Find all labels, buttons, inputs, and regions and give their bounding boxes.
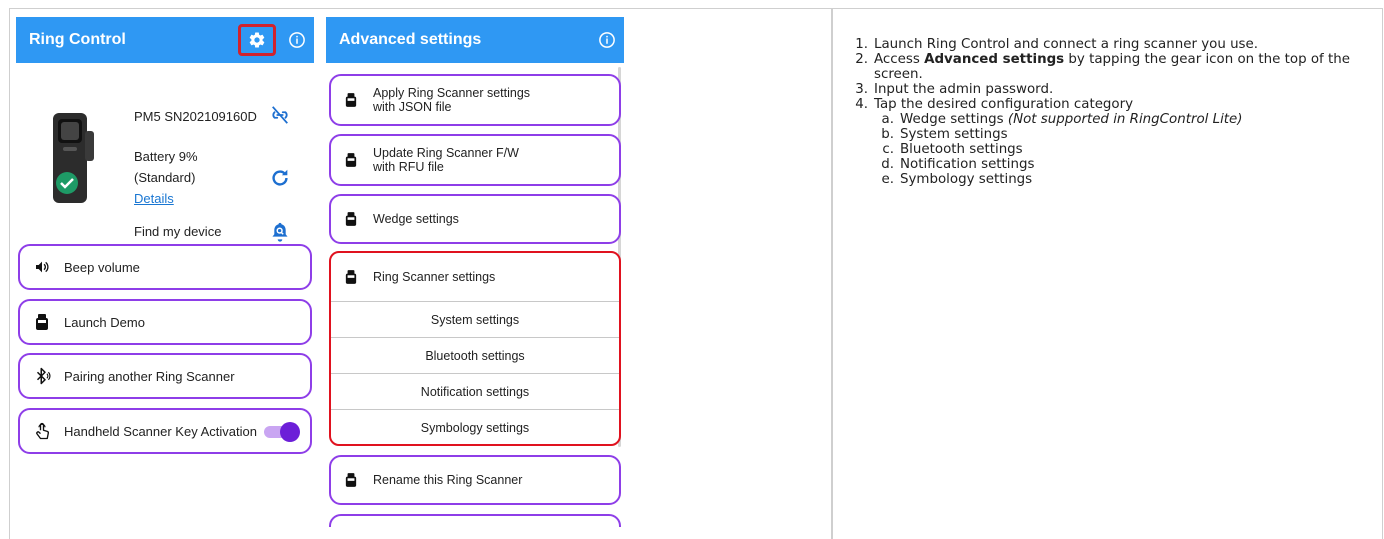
step-2-number: 2. <box>855 52 868 67</box>
rename-scanner-label: Rename this Ring Scanner <box>373 473 523 487</box>
app-title: Ring Control <box>29 31 126 48</box>
frame-divider <box>831 8 833 539</box>
symbology-settings-item[interactable]: Symbology settings <box>331 410 619 446</box>
step-4: 4. Tap the desired configuration categor… <box>848 97 1368 112</box>
step-4-number: 4. <box>855 97 868 112</box>
scanner-icon <box>345 93 359 107</box>
step-1-number: 1. <box>855 37 868 52</box>
frame-right-border <box>1382 8 1383 539</box>
step-3-number: 3. <box>855 82 868 97</box>
sub-step-text: Wedge settings <box>900 112 1008 127</box>
pairing-label: Pairing another Ring Scanner <box>64 368 235 384</box>
ring-scanner-image <box>47 111 97 205</box>
sub-step-text: Symbology settings <box>900 172 1033 187</box>
scanner-icon <box>345 270 359 284</box>
next-card-partial[interactable] <box>329 514 621 527</box>
wedge-settings-label: Wedge settings <box>373 212 459 226</box>
handheld-key-activation-label: Handheld Scanner Key Activation <box>64 423 257 439</box>
rename-scanner-button[interactable]: Rename this Ring Scanner <box>329 455 621 505</box>
sub-step-c: c. Bluetooth settings <box>880 142 1368 157</box>
beep-volume-label: Beep volume <box>64 259 140 275</box>
scanner-icon <box>345 473 359 487</box>
details-link[interactable]: Details <box>134 191 174 206</box>
gear-highlight[interactable] <box>238 24 276 56</box>
frame-left-border <box>9 8 10 539</box>
ring-control-screen: Ring Control PM5 SN202109160D Battery 9%… <box>16 17 314 527</box>
scanner-icon <box>345 212 359 226</box>
sub-step-b: b. System settings <box>880 127 1368 142</box>
volume-icon <box>32 259 52 275</box>
pairing-button[interactable]: Pairing another Ring Scanner <box>18 353 312 399</box>
wedge-settings-button[interactable]: Wedge settings <box>329 194 621 244</box>
step-1: 1. Launch Ring Control and connect a rin… <box>848 37 1368 52</box>
step-2: 2. Access Advanced settings by tapping t… <box>848 52 1368 82</box>
frame-top-border <box>9 8 1383 9</box>
ring-scanner-settings-group: Ring Scanner settings System settings Bl… <box>329 251 621 446</box>
gear-icon[interactable] <box>248 31 266 49</box>
device-model-serial: PM5 SN202109160D <box>134 109 257 124</box>
unlink-icon[interactable] <box>269 105 291 130</box>
notification-settings-item[interactable]: Notification settings <box>331 374 619 410</box>
step-2-bold: Advanced settings <box>924 52 1065 67</box>
handheld-key-activation-row[interactable]: Handheld Scanner Key Activation <box>18 408 312 454</box>
touch-icon <box>32 421 52 441</box>
battery-mode: (Standard) <box>134 170 196 185</box>
update-fw-line1: Update Ring Scanner F/W <box>373 146 519 160</box>
scanner-icon <box>32 314 52 330</box>
apply-json-line2: with JSON file <box>373 100 452 114</box>
scanner-icon <box>345 153 359 167</box>
sub-step-text: Notification settings <box>900 157 1035 172</box>
ring-scanner-settings-header[interactable]: Ring Scanner settings <box>331 253 619 302</box>
system-settings-item[interactable]: System settings <box>331 302 619 338</box>
step-2-text: Access Advanced settings by tapping the … <box>874 52 1368 82</box>
sub-step-text: System settings <box>900 127 1008 142</box>
find-device-label: Find my device <box>134 224 222 239</box>
advanced-settings-screen: Advanced settings Apply Ring Scanner set… <box>326 17 624 527</box>
sub-step-note: (Not supported in RingControl Lite) <box>1007 112 1243 127</box>
beep-volume-button[interactable]: Beep volume <box>18 244 312 290</box>
launch-demo-button[interactable]: Launch Demo <box>18 299 312 345</box>
handheld-key-toggle[interactable] <box>264 422 300 442</box>
info-icon[interactable] <box>598 31 616 49</box>
sub-step-number: d. <box>881 157 894 172</box>
update-fw-line2: with RFU file <box>373 160 444 174</box>
sub-step-number: e. <box>881 172 895 187</box>
step-1-text: Launch Ring Control and connect a ring s… <box>874 37 1259 52</box>
advanced-title: Advanced settings <box>339 31 482 48</box>
step-4-text: Tap the desired configuration category <box>874 97 1134 112</box>
sub-step-number: a. <box>881 112 894 127</box>
app-bar-advanced: Advanced settings <box>326 17 624 63</box>
battery-level: Battery 9% <box>134 149 198 164</box>
sub-step-a: a. Wedge settings (Not supported in Ring… <box>880 112 1368 127</box>
ring-scanner-settings-label: Ring Scanner settings <box>373 270 496 284</box>
bluetooth-settings-item[interactable]: Bluetooth settings <box>331 338 619 374</box>
apply-json-button[interactable]: Apply Ring Scanner settings with JSON fil… <box>329 74 621 126</box>
step-3: 3. Input the admin password. <box>848 82 1368 97</box>
instructions-list: 1. Launch Ring Control and connect a rin… <box>848 37 1368 187</box>
sub-step-number: b. <box>881 127 894 142</box>
step-3-text: Input the admin password. <box>874 82 1054 97</box>
app-bar: Ring Control <box>16 17 314 63</box>
launch-demo-label: Launch Demo <box>64 314 145 330</box>
sub-step-e: e. Symbology settings <box>880 172 1368 187</box>
sub-step-text: Bluetooth settings <box>900 142 1023 157</box>
sub-step-d: d. Notification settings <box>880 157 1368 172</box>
bluetooth-icon <box>32 367 52 385</box>
sub-step-number: c. <box>882 142 894 157</box>
refresh-icon[interactable] <box>269 167 291 194</box>
step-2-pre: Access <box>874 52 925 67</box>
apply-json-line1: Apply Ring Scanner settings <box>373 86 531 100</box>
device-panel: PM5 SN202109160D Battery 9% (Standard) D… <box>16 63 314 245</box>
info-icon[interactable] <box>288 31 306 49</box>
update-firmware-button[interactable]: Update Ring Scanner F/W with RFU file <box>329 134 621 186</box>
